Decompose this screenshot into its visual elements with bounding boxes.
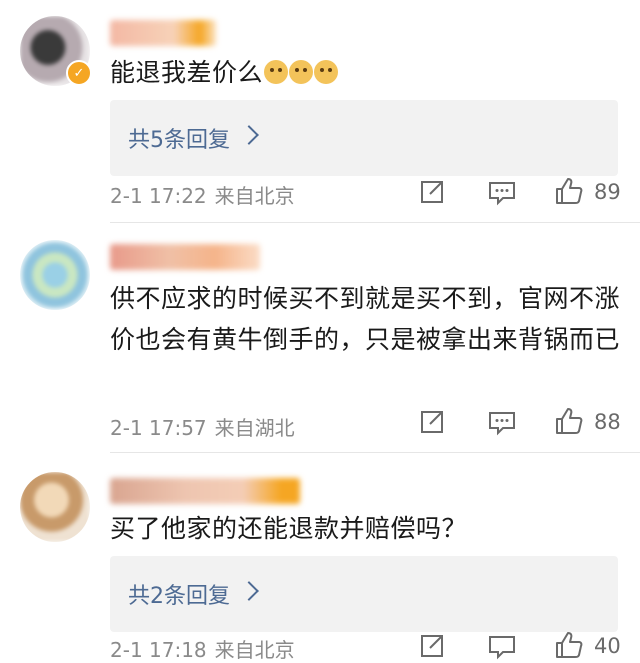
replies-label: 共5条回复 bbox=[128, 128, 230, 153]
doge-icon bbox=[289, 60, 314, 84]
comment-text-content: 能退我差价么 bbox=[110, 58, 264, 87]
verified-badge-icon: ✓ bbox=[66, 60, 92, 86]
doge-icon bbox=[314, 60, 339, 84]
comment-icon[interactable] bbox=[488, 410, 516, 436]
like-icon[interactable] bbox=[554, 630, 584, 660]
like-icon[interactable] bbox=[554, 176, 584, 206]
comment-location: 来自北京 bbox=[214, 638, 295, 662]
avatar[interactable] bbox=[20, 472, 90, 542]
like-icon[interactable] bbox=[554, 406, 584, 436]
comment-meta: 2-1 17:22 来自北京 bbox=[110, 180, 295, 209]
comment-time: 2-1 17:57 bbox=[110, 416, 207, 440]
doge-icon bbox=[264, 60, 289, 84]
like-count: 88 bbox=[594, 410, 621, 434]
comment-text: 供不应求的时候买不到就是买不到，官网不涨价也会有黄牛倒手的，只是被拿出来背锅而已 bbox=[110, 284, 621, 354]
comment-location: 来自北京 bbox=[214, 184, 295, 208]
comment-time: 2-1 17:18 bbox=[110, 638, 207, 662]
avatar[interactable] bbox=[20, 240, 90, 310]
comment-text: 买了他家的还能退款并赔偿吗？ bbox=[110, 514, 468, 543]
share-icon[interactable] bbox=[420, 178, 446, 204]
comment-item: ✓ 能退我差价么 共5条回复 2-1 17:22 来自北京 89 bbox=[0, 0, 640, 222]
comment-location: 来自湖北 bbox=[214, 416, 295, 440]
share-icon[interactable] bbox=[420, 632, 446, 658]
replies-link[interactable]: 共5条回复 bbox=[110, 100, 618, 176]
like-count: 40 bbox=[594, 634, 621, 658]
replies-link[interactable]: 共2条回复 bbox=[110, 556, 618, 632]
comment-item: 供不应求的时候买不到就是买不到，官网不涨价也会有黄牛倒手的，只是被拿出来背锅而已… bbox=[0, 222, 640, 452]
comment-meta: 2-1 17:18 来自北京 bbox=[110, 634, 295, 663]
chevron-right-icon bbox=[239, 125, 259, 145]
comment-text: 能退我差价么 bbox=[110, 52, 620, 93]
comment-icon[interactable] bbox=[488, 634, 516, 660]
username[interactable] bbox=[110, 478, 300, 504]
share-icon[interactable] bbox=[420, 408, 446, 434]
comment-time: 2-1 17:22 bbox=[110, 184, 207, 208]
replies-label: 共2条回复 bbox=[128, 584, 230, 609]
comment-item: 买了他家的还能退款并赔偿吗？ 共2条回复 2-1 17:18 来自北京 40 bbox=[0, 452, 640, 662]
chevron-right-icon bbox=[239, 581, 259, 601]
like-count: 89 bbox=[594, 180, 621, 204]
comment-icon[interactable] bbox=[488, 180, 516, 206]
username[interactable] bbox=[110, 20, 216, 46]
username[interactable] bbox=[110, 244, 260, 270]
comment-meta: 2-1 17:57 来自湖北 bbox=[110, 412, 295, 441]
